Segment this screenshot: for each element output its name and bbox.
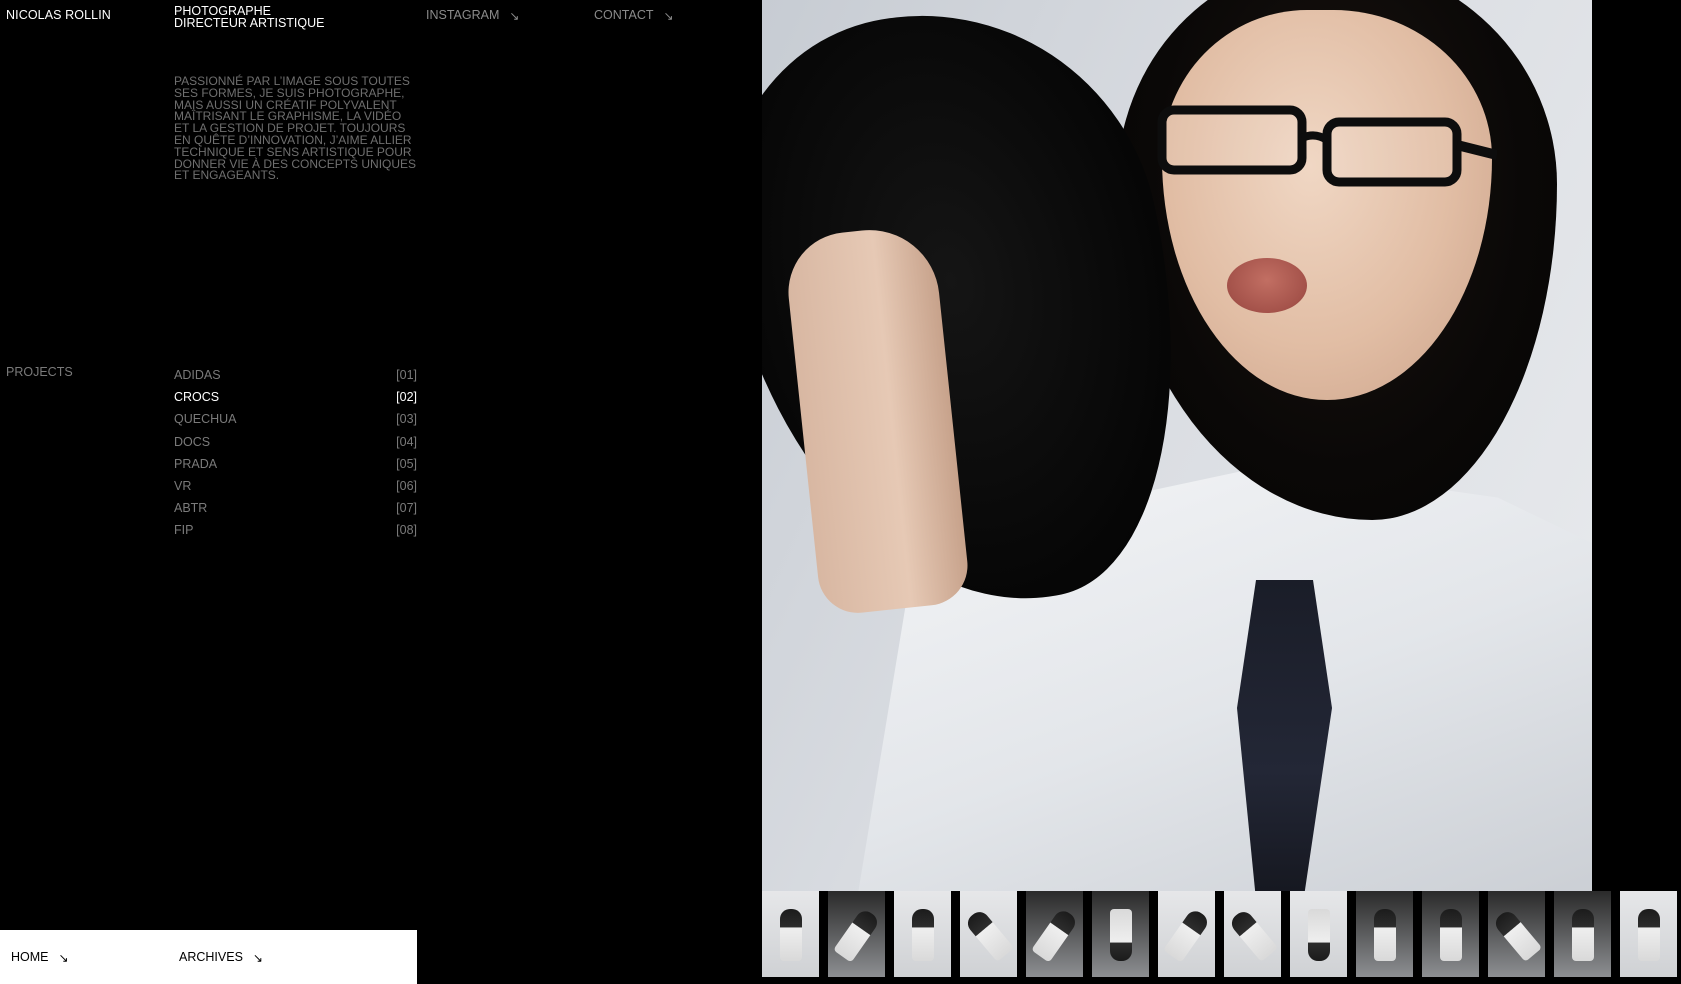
thumbnail[interactable] [1092, 891, 1149, 977]
site-name-link[interactable]: NICOLAS ROLLIN [6, 8, 111, 22]
instagram-link[interactable]: INSTAGRAM ↘ [426, 8, 520, 23]
thumbnail[interactable] [960, 891, 1017, 977]
thumbnail[interactable] [1026, 891, 1083, 977]
arrow-down-right-icon: ↘ [509, 9, 520, 23]
thumbnail[interactable] [1356, 891, 1413, 977]
role-line-2: DIRECTEUR ARTISTIQUE [174, 16, 325, 30]
project-item-adidas[interactable]: ADIDAS [01] [174, 364, 417, 386]
project-name: FIP [174, 523, 194, 538]
project-index: [03] [396, 412, 417, 427]
project-item-prada[interactable]: PRADA [05] [174, 453, 417, 475]
archives-link[interactable]: ARCHIVES ↘ [179, 950, 263, 965]
contact-link[interactable]: CONTACT ↘ [594, 8, 674, 23]
home-link[interactable]: HOME ↘ [11, 950, 69, 965]
project-index: [02] [396, 390, 417, 405]
page: NICOLAS ROLLIN PHOTOGRAPHE DIRECTEUR ART… [0, 0, 1681, 984]
thumbnail[interactable] [762, 891, 819, 977]
thumbnail[interactable] [1224, 891, 1281, 977]
project-item-fip[interactable]: FIP [08] [174, 519, 417, 541]
thumbnail[interactable] [894, 891, 951, 977]
footer-bar: HOME ↘ ARCHIVES ↘ [0, 930, 417, 984]
thumbnail[interactable] [1422, 891, 1479, 977]
hero-photo [762, 0, 1592, 891]
project-item-abtr[interactable]: ABTR [07] [174, 497, 417, 519]
instagram-label: INSTAGRAM [426, 8, 500, 22]
project-item-vr[interactable]: VR [06] [174, 475, 417, 497]
arrow-down-right-icon: ↘ [252, 951, 263, 965]
project-item-quechua[interactable]: QUECHUA [03] [174, 408, 417, 430]
project-index: [05] [396, 456, 417, 471]
thumbnail[interactable] [1158, 891, 1215, 977]
project-name: QUECHUA [174, 412, 237, 427]
arrow-down-right-icon: ↘ [58, 951, 69, 965]
thumbnail[interactable] [1488, 891, 1545, 977]
projects-list: ADIDAS [01] CROCS [02] QUECHUA [03] DOCS… [174, 364, 417, 542]
thumbnail-strip [762, 891, 1681, 977]
project-name: ABTR [174, 501, 208, 516]
project-item-docs[interactable]: DOCS [04] [174, 431, 417, 453]
thumbnail[interactable] [828, 891, 885, 977]
home-label: HOME [11, 950, 49, 964]
project-index: [06] [396, 479, 417, 494]
role-text: PHOTOGRAPHE DIRECTEUR ARTISTIQUE [174, 5, 325, 30]
project-index: [04] [396, 434, 417, 449]
photo-glasses [1157, 105, 1497, 187]
project-index: [07] [396, 501, 417, 516]
intro-paragraph: PASSIONNÉ PAR L’IMAGE SOUS TOUTES SES FO… [174, 74, 417, 183]
project-name: DOCS [174, 434, 211, 449]
project-name: CROCS [174, 390, 220, 405]
contact-label: CONTACT [594, 8, 654, 22]
thumbnail[interactable] [1620, 891, 1677, 977]
thumbnail[interactable] [1290, 891, 1347, 977]
project-index: [01] [396, 368, 417, 383]
photo-lips [1227, 258, 1307, 313]
arrow-down-right-icon: ↘ [663, 9, 674, 23]
project-name: ADIDAS [174, 368, 221, 383]
archives-label: ARCHIVES [179, 950, 243, 964]
project-name: PRADA [174, 456, 218, 471]
project-index: [08] [396, 523, 417, 538]
projects-label: PROJECTS [6, 365, 73, 379]
thumbnail[interactable] [1554, 891, 1611, 977]
project-name: VR [174, 479, 192, 494]
project-item-crocs[interactable]: CROCS [02] [174, 386, 417, 408]
